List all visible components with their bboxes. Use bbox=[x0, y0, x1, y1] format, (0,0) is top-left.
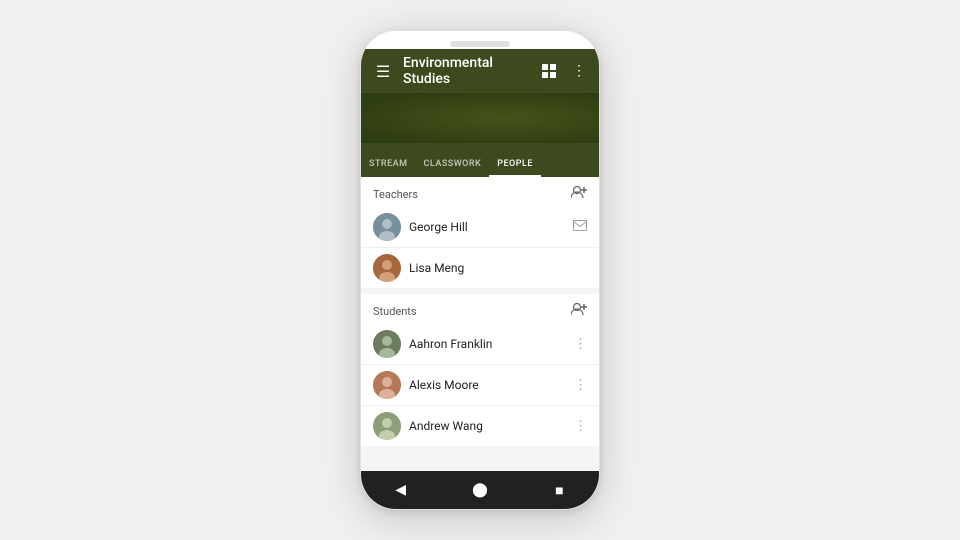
back-button[interactable]: ◀ bbox=[383, 472, 419, 508]
student-name-aahron: Aahron Franklin bbox=[409, 337, 566, 351]
phone-notch bbox=[450, 41, 510, 47]
more-options-icon[interactable]: ⋮ bbox=[567, 59, 591, 83]
teachers-header: Teachers bbox=[361, 177, 599, 207]
student-row-alexis: Alexis Moore ⋮ bbox=[361, 364, 599, 405]
teacher-row-lisa: Lisa Meng bbox=[361, 247, 599, 288]
teacher-row-george: George Hill bbox=[361, 207, 599, 247]
recents-button[interactable]: ■ bbox=[541, 472, 577, 508]
app-bar-actions: ⋮ bbox=[537, 59, 591, 83]
student-name-andrew: Andrew Wang bbox=[409, 419, 566, 433]
tab-stream[interactable]: STREAM bbox=[361, 143, 416, 177]
avatar-george bbox=[373, 213, 401, 241]
avatar-alexis bbox=[373, 371, 401, 399]
students-section: Students bbox=[361, 294, 599, 446]
menu-icon[interactable]: ☰ bbox=[369, 62, 397, 81]
avatar-andrew bbox=[373, 412, 401, 440]
student-name-alexis: Alexis Moore bbox=[409, 378, 566, 392]
more-alexis-icon[interactable]: ⋮ bbox=[574, 378, 587, 393]
teacher-name-george: George Hill bbox=[409, 220, 565, 234]
app-bar: ☰ Environmental Studies ⋮ bbox=[361, 49, 599, 93]
more-aahron-icon[interactable]: ⋮ bbox=[574, 337, 587, 352]
class-header-image bbox=[361, 93, 599, 143]
header-overlay bbox=[361, 93, 599, 143]
more-andrew-icon[interactable]: ⋮ bbox=[574, 419, 587, 434]
add-student-icon[interactable] bbox=[571, 302, 587, 320]
phone-screen: ☰ Environmental Studies ⋮ STREAM bbox=[361, 49, 599, 509]
tabs-bar: STREAM CLASSWORK PEOPLE bbox=[361, 143, 599, 177]
add-teacher-icon[interactable] bbox=[571, 185, 587, 203]
email-george-icon[interactable] bbox=[573, 220, 587, 235]
teachers-title: Teachers bbox=[373, 188, 418, 201]
teachers-section: Teachers bbox=[361, 177, 599, 288]
teacher-name-lisa: Lisa Meng bbox=[409, 261, 587, 275]
tab-classwork[interactable]: CLASSWORK bbox=[416, 143, 490, 177]
home-button[interactable]: ⬤ bbox=[462, 472, 498, 508]
phone-device: ☰ Environmental Studies ⋮ STREAM bbox=[360, 30, 600, 510]
students-title: Students bbox=[373, 305, 417, 318]
student-row-aahron: Aahron Franklin ⋮ bbox=[361, 324, 599, 364]
grid-icon[interactable] bbox=[537, 59, 561, 83]
app-bar-title: Environmental Studies bbox=[403, 55, 537, 87]
student-row-andrew: Andrew Wang ⋮ bbox=[361, 405, 599, 446]
avatar-aahron bbox=[373, 330, 401, 358]
content-area: Teachers bbox=[361, 177, 599, 471]
avatar-lisa bbox=[373, 254, 401, 282]
bottom-navigation: ◀ ⬤ ■ bbox=[361, 471, 599, 509]
tab-people[interactable]: PEOPLE bbox=[489, 143, 541, 177]
students-header: Students bbox=[361, 294, 599, 324]
